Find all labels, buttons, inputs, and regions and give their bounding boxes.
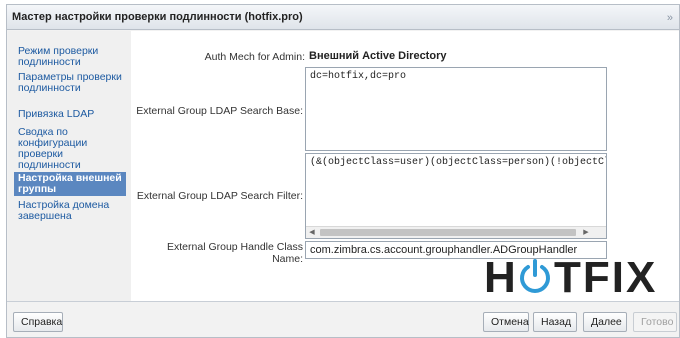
next-button[interactable]: Далее [583,312,627,332]
scroll-thumb[interactable] [320,229,576,236]
back-button[interactable]: Назад [533,312,577,332]
finish-button[interactable]: Готово [633,312,677,332]
search-filter-wrapper: (&(objectClass=user)(objectClass=person)… [305,153,607,239]
nav-item-auth-params[interactable]: Параметры проверки подлинности [14,71,126,95]
window-title: Мастер настройки проверки подлинности (h… [12,11,303,23]
nav-item-config-summary[interactable]: Сводка по конфигурации проверки подлинно… [14,126,126,172]
button-bar: Справка Отмена Назад Далее Готово [7,301,679,337]
power-icon [520,259,550,293]
hotfix-watermark-logo: H TFIX [484,254,680,304]
logo-text: TFIX [554,253,658,302]
nav-item-domain-done[interactable]: Настройка домена завершена [14,199,126,223]
title-bar[interactable]: Мастер настройки проверки подлинности (h… [7,5,679,30]
search-filter-label: External Group LDAP Search Filter: [136,190,303,202]
wizard-steps: Режим проверки подлинности Параметры про… [8,31,131,301]
help-button[interactable]: Справка [13,312,63,332]
nav-item-ldap-bind[interactable]: Привязка LDAP [14,108,126,121]
nav-item-external-group[interactable]: Настройка внешней группы [14,172,126,196]
search-base-input[interactable]: dc=hotfix,dc=pro [305,67,607,151]
horizontal-scrollbar[interactable]: ◀ ▶ [306,226,606,238]
nav-item-auth-mode[interactable]: Режим проверки подлинности [14,45,126,69]
handler-class-label: External Group Handle Class Name: [167,241,303,265]
scroll-right-icon[interactable]: ▶ [580,227,592,238]
auth-mech-label: Auth Mech for Admin: [204,51,305,63]
cancel-button[interactable]: Отмена [483,312,529,332]
scroll-left-icon[interactable]: ◀ [306,227,318,238]
auth-mech-value: Внешний Active Directory [309,50,447,62]
expand-icon[interactable]: » [667,12,673,24]
search-base-label: External Group LDAP Search Base: [136,105,303,117]
logo-letter-h: H [484,253,517,302]
